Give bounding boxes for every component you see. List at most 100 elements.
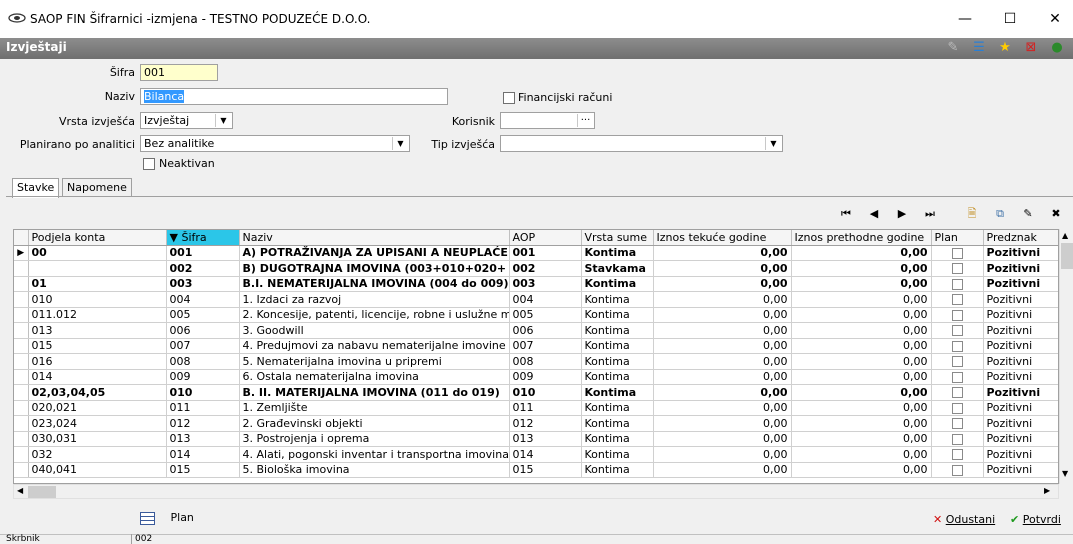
cell-vrsta[interactable]: Kontima	[581, 291, 654, 308]
cell-podjela[interactable]: 013	[28, 322, 167, 339]
confirm-button[interactable]: ✔ Potvrdi	[1010, 513, 1061, 526]
cell-podjela[interactable]: 010	[28, 291, 167, 308]
plan-checkbox[interactable]	[951, 278, 963, 290]
minimize-button[interactable]: —	[953, 8, 977, 30]
cell-sifra[interactable]: 001	[166, 245, 240, 261]
cell-plan[interactable]	[931, 307, 984, 323]
cell-tekuca[interactable]: 0,00	[653, 369, 792, 385]
table-row[interactable]: 01 003 B.I. NEMATERIJALNA IMOVINA (004 do …	[14, 276, 1058, 292]
cell-plan[interactable]	[931, 415, 984, 432]
cell-predznak[interactable]: Pozitivni	[983, 260, 1058, 277]
table-row[interactable]: 032 014 4. Alati, pogonski inventar i tran…	[14, 446, 1058, 463]
cell-tekuca[interactable]: 0,00	[653, 322, 792, 339]
cell-sifra[interactable]: 004	[166, 291, 240, 308]
cell-sifra[interactable]: 010	[166, 384, 240, 401]
table-row[interactable]: 010 004 1. Izdaci za razvoj 004 Kontima 0,00 0…	[14, 291, 1058, 308]
table-row[interactable]: 016 008 5. Nematerijalna imovina u priprem…	[14, 353, 1058, 370]
cell-prethodna[interactable]: 0,00	[791, 245, 932, 261]
cell-aop[interactable]: 007	[509, 338, 582, 354]
cell-sifra[interactable]: 015	[166, 462, 240, 478]
plan-checkbox[interactable]	[951, 371, 963, 383]
cell-predznak[interactable]: Pozitivni	[983, 431, 1058, 447]
col-header-vrsta[interactable]: Vrsta sume	[581, 230, 654, 246]
tip-select[interactable]: ▼	[500, 135, 783, 152]
cell-podjela[interactable]: 016	[28, 353, 167, 370]
cell-prethodna[interactable]: 0,00	[791, 307, 932, 323]
cell-plan[interactable]	[931, 384, 984, 401]
cell-vrsta[interactable]: Kontima	[581, 400, 654, 416]
cell-naziv[interactable]: 5. Biološka imovina	[239, 462, 510, 478]
vertical-scroll-thumb[interactable]	[1061, 243, 1073, 269]
cell-naziv[interactable]: 2. Koncesije, patenti, licencije, robne …	[239, 307, 510, 323]
cell-podjela[interactable]: 040,041	[28, 462, 167, 478]
cell-aop[interactable]: 004	[509, 291, 582, 308]
scroll-up-icon[interactable]: ▲	[1062, 231, 1068, 240]
cell-prethodna[interactable]: 0,00	[791, 338, 932, 354]
cell-predznak[interactable]: Pozitivni	[983, 245, 1058, 261]
table-row[interactable]: 013 006 3. Goodwill 006 Kontima 0,00 0,00 Pozit…	[14, 322, 1058, 339]
col-header-prethodna[interactable]: Iznos prethodne godine	[791, 230, 932, 246]
scroll-right-icon[interactable]: ▶	[1044, 486, 1050, 495]
cell-predznak[interactable]: Pozitivni	[983, 291, 1058, 308]
neaktivan-checkbox[interactable]	[143, 158, 155, 170]
plan-checkbox[interactable]	[951, 309, 963, 321]
cell-aop[interactable]: 014	[509, 446, 582, 463]
cell-vrsta[interactable]: Kontima	[581, 384, 654, 401]
cell-tekuca[interactable]: 0,00	[653, 338, 792, 354]
cell-naziv[interactable]: 1. Izdaci za razvoj	[239, 291, 510, 308]
cell-prethodna[interactable]: 0,00	[791, 446, 932, 463]
cell-plan[interactable]	[931, 446, 984, 463]
cell-prethodna[interactable]: 0,00	[791, 291, 932, 308]
vertical-scrollbar[interactable]: ▲ ▼	[1059, 229, 1073, 484]
cell-podjela[interactable]: 00	[28, 245, 167, 261]
cell-podjela[interactable]: 01	[28, 276, 167, 292]
planirano-select[interactable]: Bez analitike ▼	[140, 135, 410, 152]
exit-icon[interactable]: ⊠	[1022, 40, 1040, 56]
col-header-aop[interactable]: AOP	[509, 230, 582, 246]
cell-vrsta[interactable]: Kontima	[581, 369, 654, 385]
cell-aop[interactable]: 006	[509, 322, 582, 339]
cell-tekuca[interactable]: 0,00	[653, 291, 792, 308]
cell-vrsta[interactable]: Kontima	[581, 276, 654, 292]
cell-naziv[interactable]: 3. Goodwill	[239, 322, 510, 339]
cell-vrsta[interactable]: Kontima	[581, 245, 654, 261]
col-header-tekuca[interactable]: Iznos tekuće godine	[653, 230, 792, 246]
cell-vrsta[interactable]: Kontima	[581, 338, 654, 354]
cell-tekuca[interactable]: 0,00	[653, 446, 792, 463]
cell-prethodna[interactable]: 0,00	[791, 415, 932, 432]
cell-prethodna[interactable]: 0,00	[791, 462, 932, 478]
horizontal-scroll-thumb[interactable]	[28, 486, 56, 498]
cell-podjela[interactable]: 030,031	[28, 431, 167, 447]
cell-naziv[interactable]: 2. Građevinski objekti	[239, 415, 510, 432]
table-row[interactable]: 014 009 6. Ostala nematerijalna imovina 009…	[14, 369, 1058, 385]
financijski-checkbox[interactable]	[503, 92, 515, 104]
cell-vrsta[interactable]: Kontima	[581, 307, 654, 323]
korisnik-input[interactable]: ···	[500, 112, 595, 129]
cell-sifra[interactable]: 005	[166, 307, 240, 323]
cell-naziv[interactable]: B) DUGOTRAJNA IMOVINA (003+010+020+	[239, 260, 510, 277]
table-row[interactable]: 020,021 011 1. Zemljište 011 Kontima 0,00 0,00…	[14, 400, 1058, 416]
cell-tekuca[interactable]: 0,00	[653, 260, 792, 277]
plan-checkbox[interactable]	[951, 340, 963, 352]
cell-predznak[interactable]: Pozitivni	[983, 369, 1058, 385]
vrsta-select[interactable]: Izvještaj ▼	[140, 112, 233, 129]
cell-podjela[interactable]: 015	[28, 338, 167, 354]
tab-stavke[interactable]: Stavke	[12, 178, 60, 198]
cell-podjela[interactable]: 02,03,04,05	[28, 384, 167, 401]
stavke-grid[interactable]: Podjela konta ▼ Šifra Naziv AOP Vrsta su…	[13, 229, 1059, 484]
maximize-button[interactable]: ☐	[998, 8, 1022, 30]
last-record-icon[interactable]: ⏭	[920, 206, 940, 222]
first-record-icon[interactable]: ⏮	[836, 206, 856, 222]
copy-record-icon[interactable]: ⧉	[990, 206, 1010, 222]
cell-podjela[interactable]: 020,021	[28, 400, 167, 416]
cell-plan[interactable]	[931, 338, 984, 354]
cell-vrsta[interactable]: Kontima	[581, 446, 654, 463]
cell-tekuca[interactable]: 0,00	[653, 353, 792, 370]
cell-predznak[interactable]: Pozitivni	[983, 446, 1058, 463]
cell-sifra[interactable]: 007	[166, 338, 240, 354]
plan-checkbox[interactable]	[951, 418, 963, 430]
plan-checkbox[interactable]	[951, 433, 963, 445]
cell-aop[interactable]: 008	[509, 353, 582, 370]
cell-aop[interactable]: 010	[509, 384, 582, 401]
col-header-podjela[interactable]: Podjela konta	[28, 230, 167, 246]
